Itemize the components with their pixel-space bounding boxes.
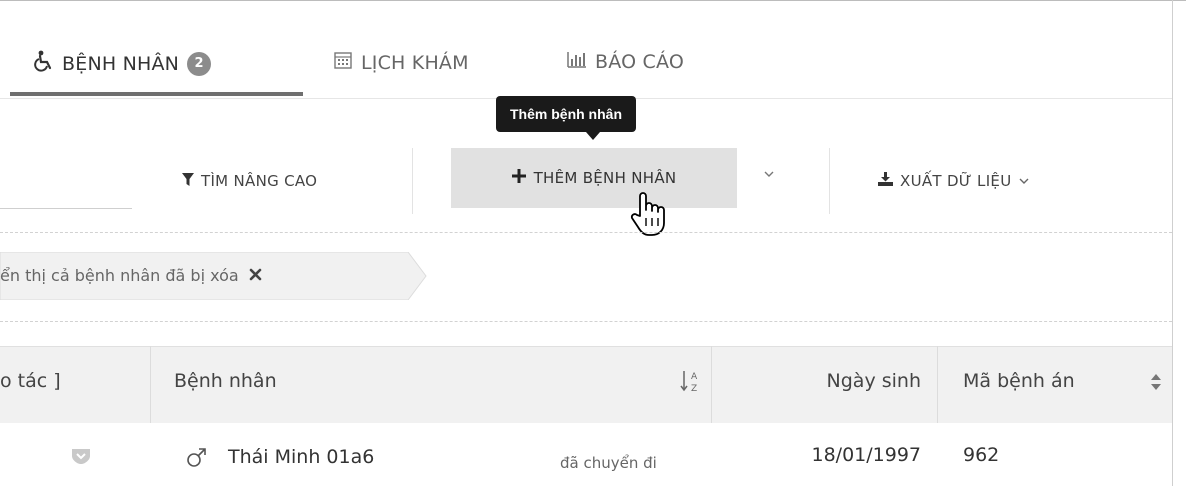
male-icon	[186, 446, 208, 473]
tab-appointments-label: LỊCH KHÁM	[361, 51, 469, 74]
active-tab-indicator	[10, 92, 303, 96]
tab-appointments[interactable]: LỊCH KHÁM	[333, 50, 469, 75]
add-patient-button[interactable]: THÊM BỆNH NHÂN	[451, 148, 737, 208]
chevron-down-icon	[764, 171, 774, 177]
window-right-border	[1172, 0, 1173, 486]
chevron-down-icon	[72, 449, 90, 464]
add-patient-dropdown-button[interactable]	[762, 166, 776, 185]
column-header-dob[interactable]: Ngày sinh	[711, 370, 921, 392]
chevron-down-icon	[1019, 178, 1029, 184]
toolbar-divider	[412, 148, 413, 214]
patient-dob: 18/01/1997	[811, 444, 921, 466]
tab-reports[interactable]: BÁO CÁO	[567, 50, 684, 73]
advanced-search-label: TÌM NÂNG CAO	[201, 172, 318, 190]
export-data-button[interactable]: XUẤT DỮ LIỆU	[878, 172, 1030, 190]
filter-chip-content: ển thị cả bệnh nhân đã bị xóa	[0, 266, 262, 285]
remove-filter-icon[interactable]	[249, 266, 262, 285]
bar-chart-icon	[567, 50, 587, 73]
column-header-actions: o tác ]	[0, 370, 61, 392]
calendar-icon	[333, 50, 353, 75]
dashed-divider	[0, 321, 1172, 322]
patient-count-badge: 2	[187, 51, 212, 76]
download-icon	[878, 172, 893, 190]
patient-name[interactable]: Thái Minh 01a6	[228, 446, 374, 468]
filter-chip-label: ển thị cả bệnh nhân đã bị xóa	[0, 266, 239, 285]
search-input-underline[interactable]	[0, 208, 132, 209]
tab-reports-label: BÁO CÁO	[595, 50, 684, 73]
add-patient-label: THÊM BỆNH NHÂN	[533, 169, 677, 187]
column-header-record-id[interactable]: Mã bệnh án	[963, 370, 1075, 392]
hand-cursor-icon	[628, 190, 668, 242]
advanced-search-button[interactable]: TÌM NÂNG CAO	[182, 172, 317, 190]
svg-text:Z: Z	[691, 384, 697, 394]
column-header-patient[interactable]: Bệnh nhân	[174, 370, 277, 392]
dashed-divider	[0, 232, 1172, 233]
patient-record-id: 962	[963, 444, 1000, 466]
row-action-dropdown[interactable]	[70, 446, 92, 470]
sort-icon[interactable]	[1150, 372, 1162, 396]
tab-patients-label: BỆNH NHÂN	[62, 52, 180, 75]
patient-status: đã chuyển đi	[560, 454, 657, 472]
plus-icon	[511, 169, 526, 187]
sort-alpha-icon[interactable]: AZ	[680, 368, 700, 398]
filter-icon	[182, 172, 194, 190]
tooltip: Thêm bệnh nhân	[496, 96, 636, 132]
wheelchair-icon	[34, 50, 54, 77]
tooltip-arrow	[586, 132, 600, 140]
svg-text:A: A	[691, 372, 698, 382]
window-top-border	[0, 0, 1186, 1]
tab-patients[interactable]: BỆNH NHÂN 2	[34, 50, 212, 77]
toolbar-divider	[829, 148, 830, 214]
export-data-label: XUẤT DỮ LIỆU	[900, 172, 1012, 190]
